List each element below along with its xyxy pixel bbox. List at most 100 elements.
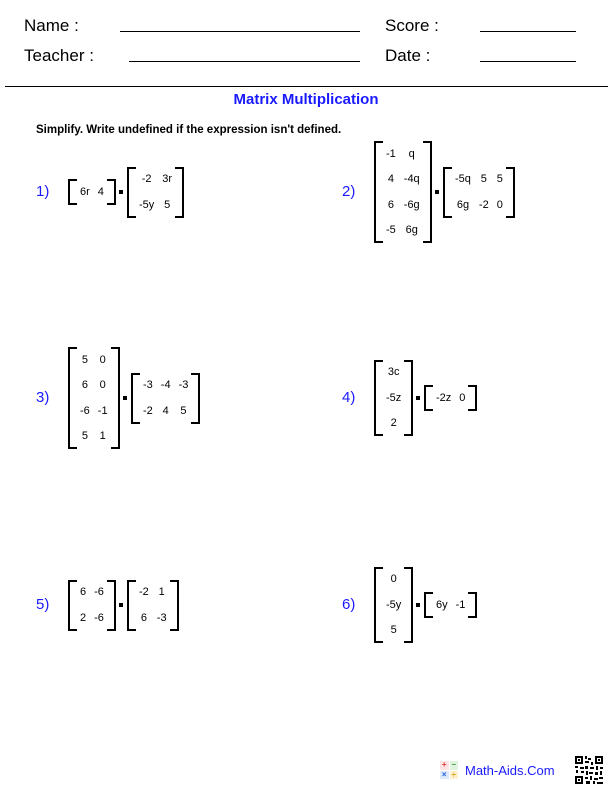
name-label: Name : [24, 16, 79, 35]
bracket-tick [169, 628, 177, 631]
matrix-entry: 5 [496, 173, 503, 186]
matrix-entry: -1 [455, 598, 466, 611]
bracket-tick [376, 241, 383, 243]
problem-number: 5) [36, 596, 50, 613]
problem-number: 4) [342, 389, 356, 406]
matrix-row: -6 -1 [76, 398, 112, 424]
bracket-tick [376, 141, 383, 143]
matrix-row: -5y 5 [135, 192, 176, 218]
matrix-entry: 0 [459, 391, 466, 404]
matrix-entry: 5 [390, 624, 397, 637]
matrix-entry: -6 [94, 611, 104, 624]
bracket-tick [169, 579, 177, 582]
matrix-entry: 0 [99, 379, 106, 392]
bracket-tick [129, 166, 136, 169]
matrix-entry: -5y [139, 198, 155, 211]
score-label: Score : [385, 16, 439, 35]
matrix-row: -5z [382, 385, 405, 411]
header-divider [5, 86, 608, 87]
problem-number: 6) [342, 596, 356, 613]
matrix-entry: 2 [80, 611, 87, 624]
matrix-entry: -5q [455, 173, 471, 186]
multiply-dot-icon [119, 603, 123, 607]
matrix-entry: -3 [156, 611, 167, 624]
matrix-entry: -1 [97, 404, 108, 417]
teacher-field-line[interactable] [129, 61, 360, 62]
bracket-tick [404, 641, 412, 643]
date-label: Date : [385, 46, 431, 65]
bracket-tick [106, 179, 114, 181]
matrix-entry: 4 [387, 173, 394, 186]
right-matrix: -2z 0 [424, 385, 478, 411]
matrix-entry: 3r [162, 173, 173, 186]
bracket-tick [426, 615, 433, 618]
bracket-tick [129, 628, 136, 631]
bracket-tick [133, 421, 140, 424]
bracket-tick [468, 385, 476, 387]
bracket-tick [70, 447, 77, 449]
matrix-entry: q [408, 147, 415, 160]
bracket-tick [106, 628, 114, 631]
bracket-tick [422, 241, 430, 243]
matrix-entry: 5 [81, 353, 88, 366]
matrix-entry: 6g [456, 198, 470, 211]
teacher-label: Teacher : [24, 46, 94, 65]
matrix-entry: -6g [403, 198, 420, 211]
bracket-tick [445, 215, 452, 218]
bracket-tick [133, 372, 140, 375]
bracket-tick [129, 215, 136, 218]
bracket-tick [70, 347, 77, 349]
bracket-tick [445, 166, 452, 169]
matrix-entry: 1 [99, 430, 106, 443]
bracket-tick [468, 615, 476, 618]
matrix-entry: 0 [99, 353, 106, 366]
matrix-entry: -5 [386, 224, 396, 237]
matrix-entry: -3 [143, 379, 153, 392]
bracket-tick [376, 566, 383, 569]
matrix-entry: 2 [390, 417, 397, 430]
bracket-tick [376, 434, 383, 436]
bracket-tick [426, 592, 433, 594]
multiply-dot-icon [416, 603, 420, 607]
plus-glyph: + [440, 760, 449, 770]
score-field-line[interactable] [480, 31, 576, 32]
matrix-row: 51 [76, 424, 112, 450]
matrix-row: -2 4 5 [139, 398, 192, 424]
matrix-entry: -2 [478, 198, 489, 211]
bracket-tick [404, 566, 412, 569]
matrix-entry: -1 [386, 147, 396, 160]
bracket-tick [422, 141, 430, 143]
bracket-tick [376, 641, 383, 643]
bracket-tick [175, 215, 183, 218]
name-field-line[interactable] [120, 31, 360, 32]
right-matrix: 6y -1 [424, 592, 478, 618]
bracket-tick [106, 579, 114, 582]
date-field-line[interactable] [480, 61, 576, 62]
bracket-tick [70, 179, 77, 181]
matrix-entry: 6g [405, 224, 418, 237]
matrix-entry: -5y [386, 598, 402, 611]
bracket-tick [70, 579, 77, 582]
matrix-entry: 6 [80, 586, 87, 599]
matrix-entry: 6 [81, 379, 88, 392]
bracket-tick [505, 166, 513, 169]
bracket-tick [110, 347, 118, 349]
matrix-row: 2 -6 [76, 605, 108, 631]
multiply-dot-icon [123, 396, 127, 400]
matrix-entry: 6r [80, 185, 90, 198]
matrix-entry: 5 [180, 404, 187, 417]
matrix-entry: -6 [94, 586, 104, 599]
matrix-entry: 5 [480, 173, 487, 186]
bracket-tick [505, 215, 513, 218]
left-matrix: 3c -5z 2 [374, 359, 414, 436]
brand-link[interactable]: Math-Aids.Com [465, 763, 555, 778]
bracket-tick [129, 579, 136, 582]
divide-glyph: ÷ [449, 770, 458, 779]
matrix-entry: 6 [387, 198, 394, 211]
left-matrix: 6r 4 [68, 179, 116, 205]
matrix-row: -2 3r [135, 167, 176, 193]
matrix-row: 6 -6g [382, 192, 424, 218]
instructions: Simplify. Write undefined if the express… [36, 124, 342, 136]
matrix-entry: -2 [139, 586, 149, 599]
multiply-dot-icon [416, 396, 420, 400]
